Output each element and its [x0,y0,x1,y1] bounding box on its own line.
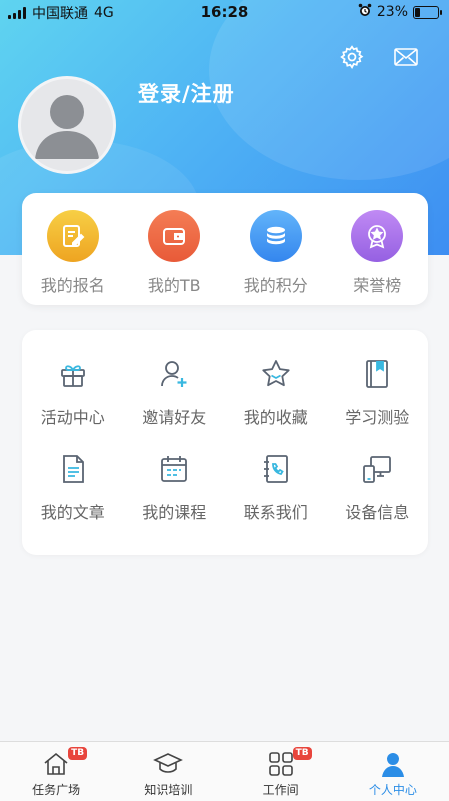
menu-card: 活动中心 邀请好友 我的收藏 学习测验 我的文章 我的课程 联系我们 设备信息 [22,330,428,555]
tab-label: 任务广场 [32,783,81,797]
tab-label: 工作间 [262,783,299,797]
status-bar: 中国联通 4G 16:28 23% [0,0,449,24]
invite-friends-button[interactable]: 邀请好友 [124,357,226,428]
mail-icon[interactable] [393,44,419,70]
menu-label: 设备信息 [345,503,410,522]
gift-icon [57,357,89,391]
my-points-button[interactable]: 我的积分 [225,193,327,305]
my-favorites-button[interactable]: 我的收藏 [225,357,327,428]
star-icon [260,357,292,391]
my-articles-button[interactable]: 我的文章 [22,452,124,523]
tab-task-square[interactable]: TB 任务广场 [0,742,112,801]
document-icon [57,452,89,486]
avatar[interactable] [18,76,116,174]
menu-label: 联系我们 [243,503,308,522]
wallet-icon [148,210,201,262]
grid-apps-icon: TB [266,747,312,778]
medal-icon [351,210,404,262]
tb-badge: TB [292,747,312,760]
study-quiz-button[interactable]: 学习测验 [327,357,429,428]
alarm-icon [358,3,372,21]
tab-personal-center[interactable]: 个人中心 [337,742,449,801]
quick-link-label: 我的报名 [40,276,105,295]
tb-badge: TB [68,747,88,760]
tab-label: 个人中心 [368,783,417,797]
tab-workspace[interactable]: TB 工作间 [225,742,337,801]
devices-icon [361,452,393,486]
battery-percent: 23% [376,4,408,20]
gear-icon[interactable] [339,44,365,70]
header-decoration [209,0,449,180]
login-register-link[interactable]: 登录/注册 [138,78,235,108]
honor-board-button[interactable]: 荣誉榜 [327,193,429,305]
my-courses-button[interactable]: 我的课程 [124,452,226,523]
menu-label: 我的课程 [142,503,207,522]
quick-link-label: 我的TB [147,276,201,295]
bookmark-book-icon [361,357,393,391]
calendar-icon [158,452,190,486]
menu-label: 我的收藏 [243,408,308,427]
edit-note-icon [46,210,99,262]
bottom-tab-bar: TB 任务广场 知识培训 TB 工作间 个人中心 [0,741,449,801]
menu-label: 邀请好友 [142,408,207,427]
phone-book-icon [260,452,292,486]
menu-label: 我的文章 [40,503,105,522]
my-registration-button[interactable]: 我的报名 [22,193,124,305]
tab-label: 知识培训 [144,783,193,797]
device-info-button[interactable]: 设备信息 [327,452,429,523]
contact-us-button[interactable]: 联系我们 [225,452,327,523]
home-icon: TB [41,747,88,778]
quick-link-label: 荣誉榜 [353,276,402,295]
quick-link-label: 我的积分 [243,276,308,295]
person-icon [378,750,408,778]
tab-knowledge-training[interactable]: 知识培训 [112,742,224,801]
menu-label: 活动中心 [40,408,105,427]
database-coins-icon [249,210,302,262]
activity-center-button[interactable]: 活动中心 [22,357,124,428]
quick-links-card: 我的报名 我的TB 我的积分 荣誉榜 [22,193,428,305]
add-user-icon [158,357,190,391]
menu-label: 学习测验 [345,408,410,427]
graduation-cap-icon [153,750,184,778]
battery-icon [413,5,442,19]
my-tb-button[interactable]: 我的TB [124,193,226,305]
